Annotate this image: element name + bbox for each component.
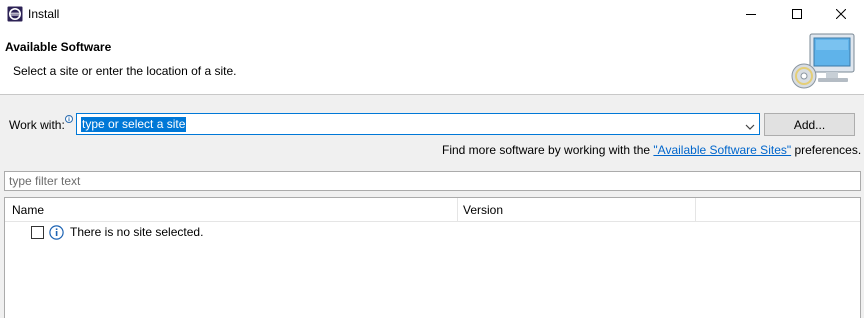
work-with-combo[interactable]: type or select a site <box>76 113 760 135</box>
find-more-suffix: preferences. <box>791 143 862 157</box>
eclipse-icon <box>7 6 23 22</box>
filter-input[interactable] <box>5 172 860 190</box>
find-more-prefix: Find more software by working with the <box>442 143 654 157</box>
available-software-sites-link[interactable]: "Available Software Sites" <box>653 143 791 157</box>
computer-cd-icon <box>790 32 858 92</box>
table-row[interactable]: There is no site selected. <box>31 223 203 241</box>
filter-box[interactable] <box>4 171 861 191</box>
header-banner: Available Software Select a site or ente… <box>0 28 864 95</box>
work-with-label: Work with: <box>9 118 65 132</box>
column-header-name[interactable]: Name <box>5 198 458 222</box>
find-more-text: Find more software by working with the "… <box>442 143 861 157</box>
tree-header: Name Version <box>5 198 860 222</box>
software-tree[interactable]: Name Version There is no site selected. <box>4 197 861 318</box>
add-button[interactable]: Add... <box>764 113 855 136</box>
page-title: Available Software <box>5 40 112 54</box>
info-icon <box>49 224 64 240</box>
close-button[interactable] <box>818 0 864 28</box>
page-subtitle: Select a site or enter the location of a… <box>13 64 237 78</box>
window-title: Install <box>28 7 60 21</box>
title-bar: Install <box>0 0 864 28</box>
close-icon <box>836 9 846 19</box>
column-header-version[interactable]: Version <box>458 198 696 222</box>
info-hint-icon <box>65 112 73 123</box>
minimize-button[interactable] <box>728 0 774 28</box>
work-with-input[interactable]: type or select a site <box>81 117 187 132</box>
row-checkbox[interactable] <box>31 225 44 239</box>
chevron-down-icon[interactable] <box>745 120 755 130</box>
maximize-icon <box>792 9 802 19</box>
minimize-icon <box>746 14 756 15</box>
row-label: There is no site selected. <box>70 225 204 239</box>
maximize-button[interactable] <box>774 0 820 28</box>
